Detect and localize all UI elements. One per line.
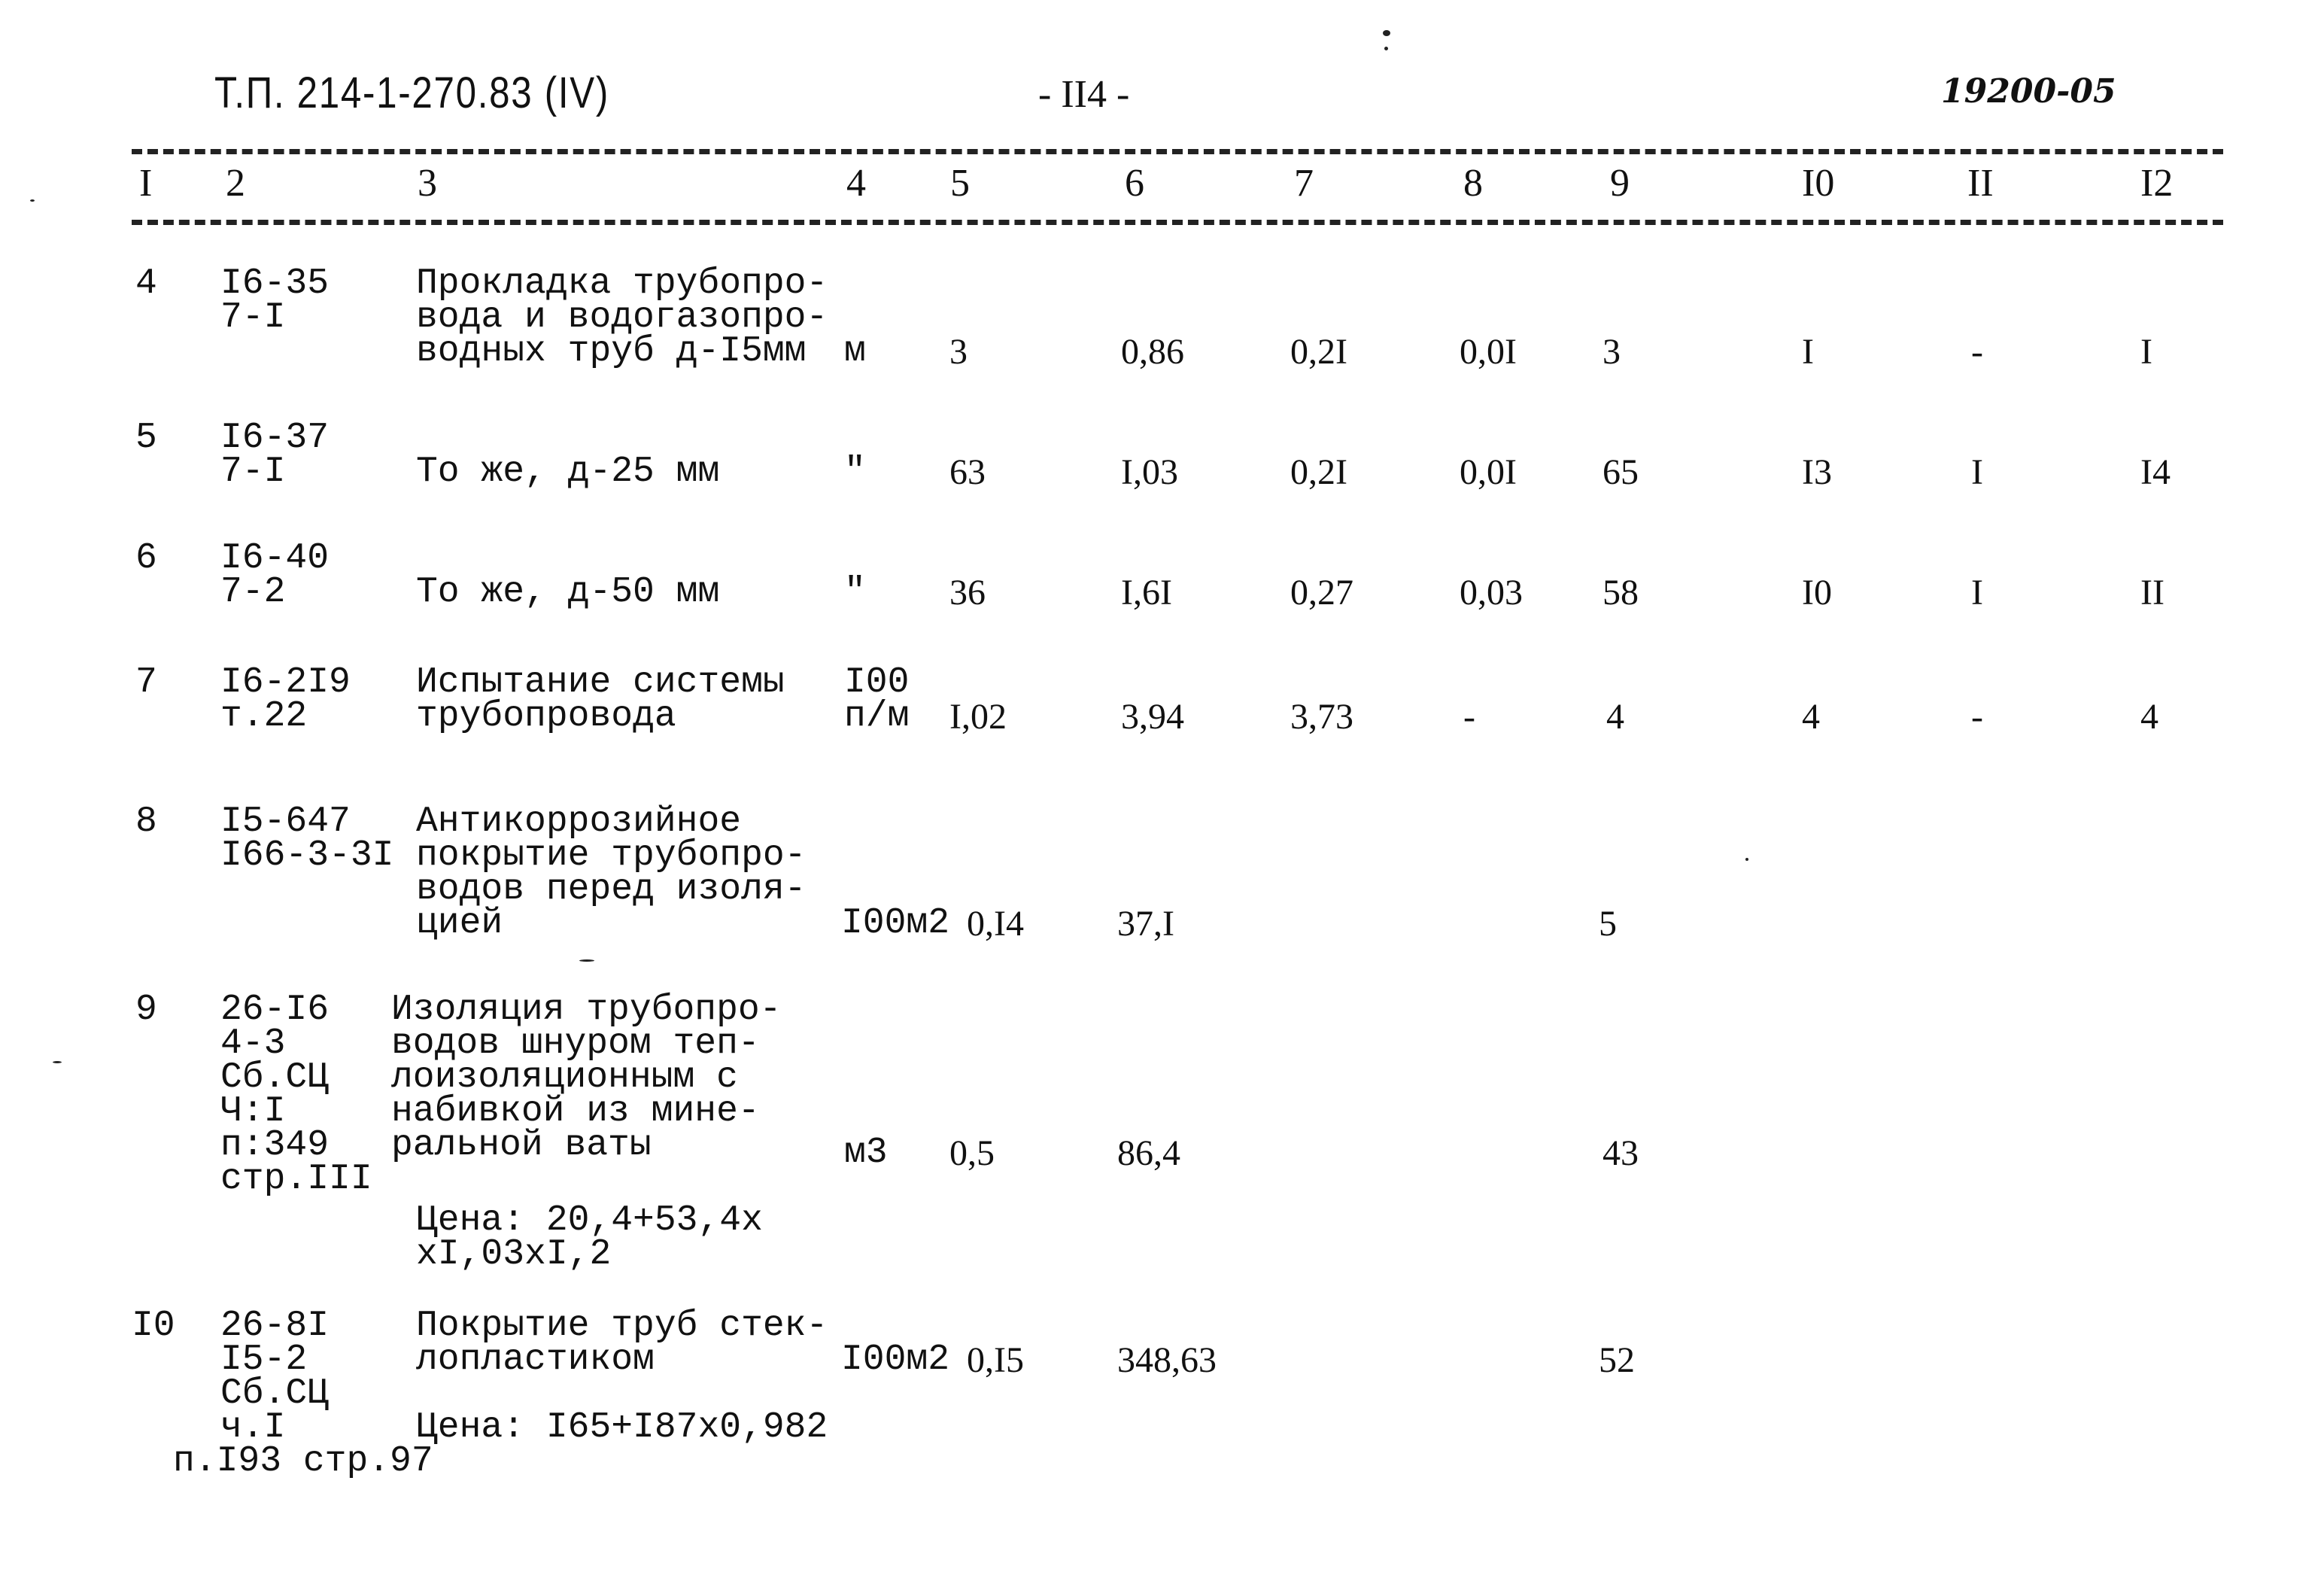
row-code: I6-37 7-I bbox=[220, 418, 330, 492]
cell-col9: 5 bbox=[1599, 904, 1617, 944]
row-code: I6-40 7-2 bbox=[220, 538, 330, 613]
scan-speck bbox=[1745, 858, 1748, 861]
cell-col6: I,03 bbox=[1121, 452, 1178, 492]
column-header: I bbox=[139, 162, 153, 205]
cell-col5: I,02 bbox=[949, 697, 1007, 737]
column-header: 8 bbox=[1463, 162, 1483, 205]
scan-speck bbox=[30, 199, 35, 202]
scan-speck bbox=[1384, 47, 1388, 50]
row-unit: I00 п/м bbox=[844, 662, 910, 737]
row-unit: м3 bbox=[844, 1133, 888, 1173]
scan-speck bbox=[579, 959, 594, 962]
header-bottom-rule bbox=[132, 220, 2223, 225]
cell-col6: 348,63 bbox=[1117, 1340, 1217, 1380]
cell-col6: 0,86 bbox=[1121, 332, 1184, 372]
cell-col7: 0,2I bbox=[1290, 332, 1347, 372]
header-top-rule bbox=[132, 149, 2223, 154]
cell-col9: 43 bbox=[1602, 1133, 1639, 1173]
scan-speck bbox=[1383, 30, 1390, 36]
row-name: То же, д-25 мм bbox=[416, 452, 720, 492]
row-name: Покрытие труб стек- лопластиком bbox=[416, 1306, 828, 1380]
cell-col10: I3 bbox=[1802, 452, 1832, 492]
cell-col9: 65 bbox=[1602, 452, 1639, 492]
row-number: 4 bbox=[135, 263, 157, 304]
row-name: Прокладка трубопро- вода и водогазопро- … bbox=[416, 263, 828, 372]
cell-col12: 4 bbox=[2140, 697, 2158, 737]
column-header: 7 bbox=[1294, 162, 1314, 205]
cell-col9: 52 bbox=[1599, 1340, 1635, 1380]
column-header: II bbox=[1967, 162, 1994, 205]
cell-col8: 0,0I bbox=[1460, 452, 1517, 492]
cell-col7: 3,73 bbox=[1290, 697, 1353, 737]
cell-col6: I,6I bbox=[1121, 573, 1172, 613]
cell-col5: 63 bbox=[949, 452, 986, 492]
row-code: I6-2I9 т.22 bbox=[220, 662, 351, 737]
cell-col9: 4 bbox=[1606, 697, 1624, 737]
row-name: Антикоррозийное покрытие трубопро- водов… bbox=[416, 801, 807, 944]
cell-col9: 3 bbox=[1602, 332, 1621, 372]
cell-col10: 4 bbox=[1802, 697, 1820, 737]
archive-number: 19200-05 bbox=[1941, 72, 2116, 111]
column-header: 6 bbox=[1125, 162, 1144, 205]
row-name: То же, д-50 мм bbox=[416, 572, 720, 613]
cell-col12: I bbox=[2140, 332, 2152, 372]
cell-col11: I bbox=[1971, 452, 1983, 492]
row-unit: м bbox=[844, 331, 866, 372]
cell-col11: - bbox=[1971, 332, 1983, 372]
row-name: Испытание системы трубопровода bbox=[416, 662, 785, 737]
row-number: 6 bbox=[135, 538, 157, 579]
cell-col5: 0,I5 bbox=[967, 1340, 1024, 1380]
price-note: Цена: 20,4+53,4х хI,03хI,2 bbox=[416, 1200, 763, 1275]
row-code: 26-8I I5-2 Сб.СЦ ч.I bbox=[220, 1306, 330, 1448]
row-code: I6-35 7-I bbox=[220, 263, 330, 338]
column-header: 5 bbox=[950, 162, 970, 205]
cell-col6: 86,4 bbox=[1117, 1133, 1180, 1173]
document-code: Т.П. 214-1-270.83 (IV) bbox=[214, 68, 609, 117]
cell-col8: - bbox=[1463, 697, 1475, 737]
cell-col6: 37,I bbox=[1117, 904, 1174, 944]
column-header: 2 bbox=[226, 162, 245, 205]
column-header: 4 bbox=[846, 162, 866, 205]
cell-col5: 3 bbox=[949, 332, 968, 372]
row-number: 5 bbox=[135, 418, 157, 458]
scan-speck bbox=[53, 1061, 62, 1063]
row-code: I5-647 I66-3-3I bbox=[220, 801, 394, 876]
cell-col11: - bbox=[1971, 697, 1983, 737]
cell-col9: 58 bbox=[1602, 573, 1639, 613]
column-header: 9 bbox=[1610, 162, 1630, 205]
row-code-reference: п.I93 стр.97 bbox=[173, 1441, 433, 1482]
column-header: 3 bbox=[418, 162, 437, 205]
cell-col6: 3,94 bbox=[1121, 697, 1184, 737]
row-number: 7 bbox=[135, 662, 157, 703]
column-header: I0 bbox=[1802, 162, 1835, 205]
cell-col11: I bbox=[1971, 573, 1983, 613]
row-number: 9 bbox=[135, 990, 157, 1030]
cell-col5: 0,5 bbox=[949, 1133, 995, 1173]
cell-col7: 0,27 bbox=[1290, 573, 1353, 613]
row-unit: I00м2 bbox=[841, 1339, 950, 1380]
cell-col8: 0,03 bbox=[1460, 573, 1523, 613]
cell-col5: 0,I4 bbox=[967, 904, 1024, 944]
row-unit: " bbox=[844, 572, 866, 613]
row-number: 8 bbox=[135, 801, 157, 842]
cell-col10: I bbox=[1802, 332, 1814, 372]
cell-col5: 36 bbox=[949, 573, 986, 613]
row-number: I0 bbox=[132, 1306, 175, 1346]
cell-col12: II bbox=[2140, 573, 2165, 613]
row-unit: " bbox=[844, 452, 866, 492]
cell-col7: 0,2I bbox=[1290, 452, 1347, 492]
row-unit: I00м2 bbox=[841, 903, 950, 944]
cell-col8: 0,0I bbox=[1460, 332, 1517, 372]
column-header: I2 bbox=[2140, 162, 2174, 205]
page-number: - II4 - bbox=[1038, 73, 1130, 116]
row-code: 26-I6 4-3 Сб.СЦ Ч:I п:349 стр.III bbox=[220, 990, 372, 1199]
row-name: Изоляция трубопро- водов шнуром теп- лои… bbox=[391, 990, 782, 1166]
price-note: Цена: I65+I87х0,982 bbox=[416, 1407, 828, 1448]
cell-col12: I4 bbox=[2140, 452, 2171, 492]
cell-col10: I0 bbox=[1802, 573, 1832, 613]
